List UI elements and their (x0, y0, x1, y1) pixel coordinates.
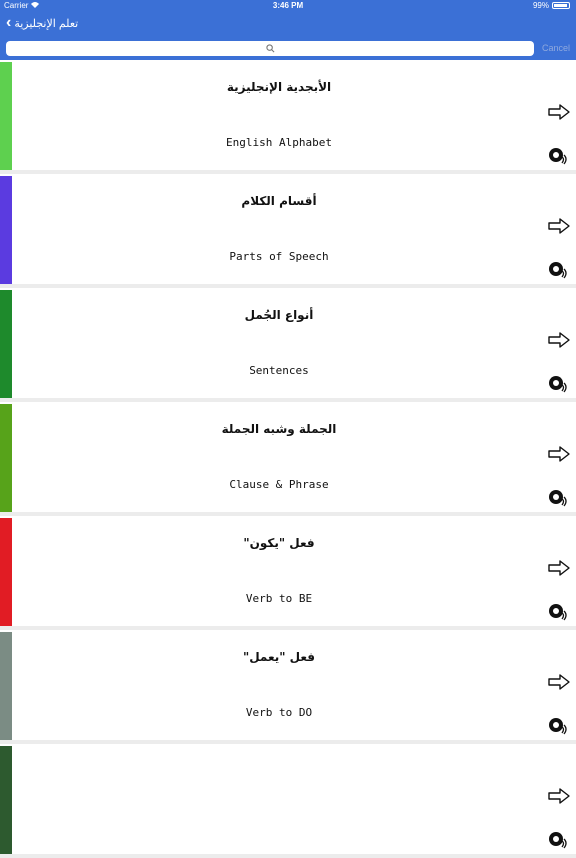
item-title-arabic: فعل "يعمل" (242, 650, 316, 664)
status-bar: Carrier 3:46 PM 99% (0, 0, 576, 12)
list-item[interactable]: الجملة وشبه الجملة Clause & Phrase (0, 402, 576, 512)
speaker-icon[interactable] (548, 715, 568, 735)
item-title-arabic: أقسام الكلام (241, 194, 317, 208)
battery-indicator: 99% (533, 1, 570, 10)
item-title-english: Sentences (249, 364, 309, 377)
cancel-button[interactable]: Cancel (542, 43, 570, 53)
item-title-arabic: أنواع الجُمل (244, 308, 314, 322)
back-button[interactable]: ‹ تعلم الإنجليزية (6, 15, 78, 31)
speaker-icon[interactable] (548, 145, 568, 165)
color-strip (0, 632, 12, 740)
list-item[interactable]: أنواع الجُمل Sentences (0, 288, 576, 398)
color-strip (0, 404, 12, 512)
battery-icon (552, 2, 570, 9)
item-title-english: Verb to DO (245, 706, 313, 719)
lesson-list: الأبجدية الإنجليزية English Alphabet أقسام… (0, 60, 576, 858)
item-title-english: Verb to BE (245, 592, 313, 605)
color-strip (0, 290, 12, 398)
arrow-right-icon[interactable] (548, 332, 570, 348)
back-title: تعلم الإنجليزية (14, 17, 79, 30)
color-strip (0, 746, 12, 854)
chevron-left-icon: ‹ (6, 14, 12, 31)
speaker-icon[interactable] (548, 487, 568, 507)
item-title-english: English Alphabet (226, 136, 332, 149)
arrow-right-icon[interactable] (548, 218, 570, 234)
item-title-english: Parts of Speech (229, 250, 329, 263)
search-icon (265, 44, 274, 53)
speaker-icon[interactable] (548, 829, 568, 849)
search-bar: Cancel (0, 38, 576, 60)
item-title-arabic: الأبجدية الإنجليزية (226, 80, 332, 94)
arrow-right-icon[interactable] (548, 104, 570, 120)
arrow-right-icon[interactable] (548, 560, 570, 576)
search-input[interactable] (6, 41, 534, 56)
speaker-icon[interactable] (548, 601, 568, 621)
item-title-english: Clause & Phrase (229, 478, 329, 491)
arrow-right-icon[interactable] (548, 788, 570, 804)
item-title-arabic: الجملة وشبه الجملة (221, 422, 337, 436)
list-item[interactable]: فعل "يعمل" Verb to DO (0, 630, 576, 740)
color-strip (0, 62, 12, 170)
list-item[interactable]: فعل "يكون" Verb to BE (0, 516, 576, 626)
list-item[interactable] (0, 744, 576, 854)
speaker-icon[interactable] (548, 259, 568, 279)
battery-percent: 99% (532, 1, 549, 10)
list-item[interactable]: أقسام الكلام Parts of Speech (0, 174, 576, 284)
arrow-right-icon[interactable] (548, 446, 570, 462)
navigation-bar: ‹ تعلم الإنجليزية (0, 12, 576, 38)
color-strip (0, 518, 12, 626)
item-title-arabic: فعل "يكون" (243, 536, 315, 550)
speaker-icon[interactable] (548, 373, 568, 393)
color-strip (0, 176, 12, 284)
list-item[interactable]: الأبجدية الإنجليزية English Alphabet (0, 60, 576, 170)
arrow-right-icon[interactable] (548, 674, 570, 690)
clock: 3:46 PM (272, 1, 304, 10)
